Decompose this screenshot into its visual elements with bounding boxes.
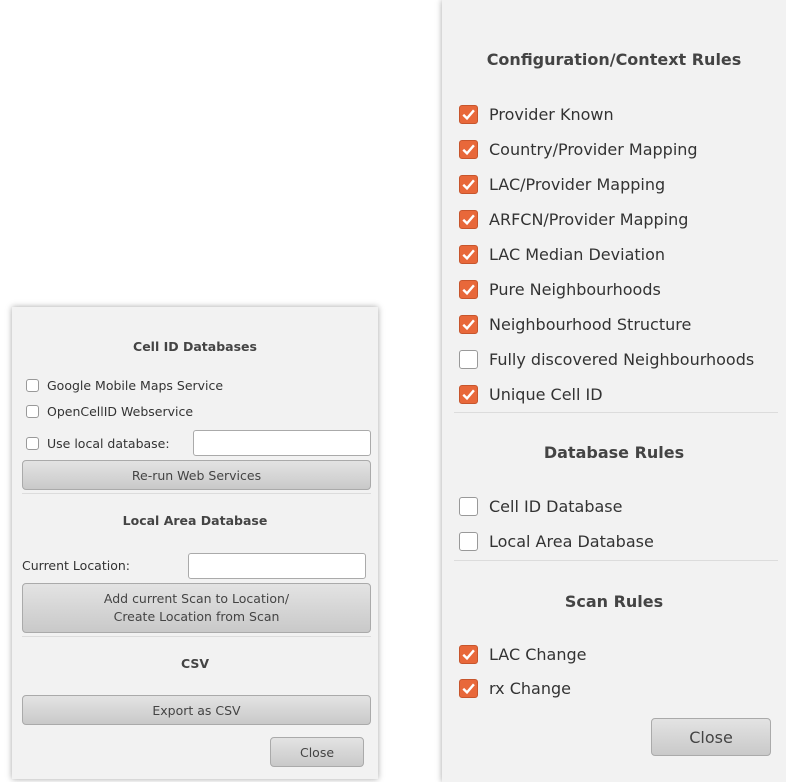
close-button[interactable]: Close [651, 718, 771, 756]
config-rules-heading: Configuration/Context Rules [486, 50, 742, 69]
database-rule-0[interactable]: Cell ID Database [459, 497, 622, 516]
checkbox[interactable] [459, 315, 478, 334]
csv-heading: CSV [180, 656, 210, 671]
google-maps-option[interactable]: Google Mobile Maps Service [26, 378, 223, 393]
local-area-database-heading: Local Area Database [122, 513, 268, 528]
config-rule-2[interactable]: LAC/Provider Mapping [459, 175, 665, 194]
check-icon [462, 214, 475, 226]
checkbox-local-database[interactable] [26, 437, 39, 450]
config-rule-1[interactable]: Country/Provider Mapping [459, 140, 698, 159]
checkbox[interactable] [459, 280, 478, 299]
checkbox[interactable] [459, 105, 478, 124]
check-icon [462, 249, 475, 261]
divider [22, 636, 371, 637]
checkbox[interactable] [459, 679, 478, 698]
check-icon [462, 389, 475, 401]
scan-rule-1[interactable]: rx Change [459, 679, 571, 698]
config-rule-6[interactable]: Neighbourhood Structure [459, 315, 691, 334]
checkbox[interactable] [459, 385, 478, 404]
checkbox-opencellid[interactable] [26, 405, 39, 418]
config-rule-8[interactable]: Unique Cell ID [459, 385, 603, 404]
add-scan-line2: Create Location from Scan [113, 609, 280, 624]
opencellid-label: OpenCellID Webservice [47, 404, 194, 419]
config-rule-7[interactable]: Fully discovered Neighbourhoods [459, 350, 754, 369]
rule-label: Local Area Database [489, 532, 654, 551]
checkbox-google-maps[interactable] [26, 379, 39, 392]
checkbox[interactable] [459, 245, 478, 264]
check-icon [462, 179, 475, 191]
checkbox[interactable] [459, 175, 478, 194]
google-maps-label: Google Mobile Maps Service [47, 378, 224, 393]
rule-label: Neighbourhood Structure [489, 315, 692, 334]
config-rule-3[interactable]: ARFCN/Provider Mapping [459, 210, 688, 229]
export-csv-button[interactable]: Export as CSV [22, 695, 371, 725]
checkbox[interactable] [459, 532, 478, 551]
config-rule-0[interactable]: Provider Known [459, 105, 614, 124]
rule-label: Fully discovered Neighbourhoods [489, 350, 755, 369]
current-location-label: Current Location: [22, 558, 131, 573]
divider [454, 412, 778, 413]
add-scan-line1: Add current Scan to Location/ [103, 591, 290, 606]
rule-label: LAC Median Deviation [489, 245, 666, 264]
check-icon [462, 144, 475, 156]
divider [454, 560, 778, 561]
check-icon [462, 319, 475, 331]
config-rule-4[interactable]: LAC Median Deviation [459, 245, 665, 264]
rerun-web-services-button[interactable]: Re-run Web Services [22, 460, 371, 490]
rule-label: Pure Neighbourhoods [489, 280, 661, 299]
check-icon [462, 284, 475, 296]
rule-label: rx Change [489, 679, 571, 698]
config-rule-5[interactable]: Pure Neighbourhoods [459, 280, 661, 299]
rule-label: LAC/Provider Mapping [489, 175, 666, 194]
rules-dialog: Configuration/Context Rules Provider Kno… [442, 0, 786, 782]
database-rules-heading: Database Rules [543, 443, 685, 462]
check-icon [462, 109, 475, 121]
database-rule-1[interactable]: Local Area Database [459, 532, 654, 551]
current-location-input[interactable] [188, 553, 366, 579]
rule-label: ARFCN/Provider Mapping [489, 210, 689, 229]
checkbox[interactable] [459, 210, 478, 229]
checkbox[interactable] [459, 350, 478, 369]
add-scan-to-location-button[interactable]: Add current Scan to Location/ Create Loc… [22, 583, 371, 633]
check-icon [462, 649, 475, 661]
checkbox[interactable] [459, 645, 478, 664]
close-button[interactable]: Close [270, 737, 364, 767]
checkbox[interactable] [459, 140, 478, 159]
divider [22, 493, 371, 494]
local-database-input[interactable] [193, 430, 371, 456]
scan-rules-heading: Scan Rules [564, 592, 664, 611]
check-icon [462, 683, 475, 695]
cell-id-databases-heading: Cell ID Databases [133, 339, 257, 354]
local-database-option[interactable]: Use local database: [26, 436, 170, 451]
checkbox[interactable] [459, 497, 478, 516]
scan-rule-0[interactable]: LAC Change [459, 645, 586, 664]
rule-label: Country/Provider Mapping [489, 140, 698, 159]
cell-database-dialog: Cell ID Databases Google Mobile Maps Ser… [12, 307, 378, 779]
rule-label: Cell ID Database [489, 497, 623, 516]
opencellid-option[interactable]: OpenCellID Webservice [26, 404, 193, 419]
rule-label: Unique Cell ID [489, 385, 603, 404]
rule-label: Provider Known [489, 105, 614, 124]
local-database-label: Use local database: [47, 436, 170, 451]
rule-label: LAC Change [489, 645, 587, 664]
